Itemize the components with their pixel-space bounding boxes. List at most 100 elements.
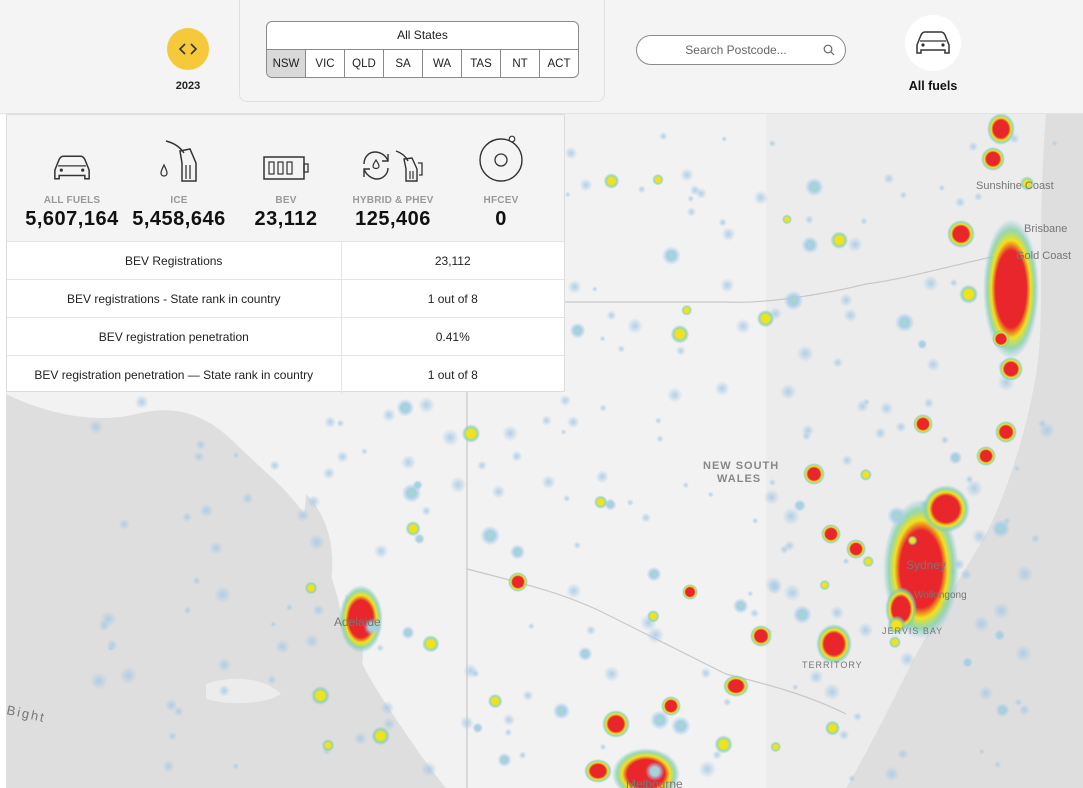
- heat-point: [949, 278, 958, 287]
- heat-point: [560, 429, 567, 435]
- heat-point: [504, 728, 513, 737]
- heat-point: [569, 322, 586, 339]
- heat-point: [899, 651, 916, 668]
- fuel-item-ice: ICE 5,458,646: [124, 133, 234, 231]
- heat-point: [477, 460, 487, 471]
- heat-point: [627, 318, 643, 334]
- stats-panel: ALL FUELS 5,607,164 ICE 5,458,646 BEV 23…: [6, 114, 565, 394]
- fuel-type-button[interactable]: [905, 15, 961, 71]
- state-button-tas[interactable]: TAS: [462, 50, 501, 77]
- heat-point: [848, 774, 856, 782]
- state-button-wa[interactable]: WA: [423, 50, 462, 77]
- heat-point: [671, 716, 691, 736]
- heat-point: [824, 720, 841, 736]
- heat-point: [401, 483, 422, 503]
- state-button-nt[interactable]: NT: [501, 50, 540, 77]
- heat-point: [847, 236, 863, 253]
- heat-point: [400, 454, 416, 470]
- heat-point: [661, 246, 681, 266]
- heat-point: [304, 581, 318, 595]
- heat-point: [852, 712, 863, 722]
- heat-point: [756, 309, 775, 328]
- heat-point: [783, 290, 804, 311]
- state-button-sa[interactable]: SA: [384, 50, 423, 77]
- state-button-vic[interactable]: VIC: [306, 50, 345, 77]
- heat-point: [100, 611, 117, 628]
- stat-value: 1 out of 8: [341, 355, 564, 394]
- heat-point: [895, 421, 907, 433]
- stat-value: 1 out of 8: [341, 279, 564, 318]
- all-states-button[interactable]: All States: [267, 22, 578, 50]
- heat-point: [472, 722, 484, 734]
- heat-point: [213, 586, 232, 604]
- heat-point: [353, 731, 368, 746]
- heat-point: [670, 324, 690, 344]
- map-label-sunshine-coast: Sunshine Coast: [976, 180, 1054, 192]
- heat-point: [195, 439, 207, 451]
- heat-point: [899, 191, 908, 199]
- heat-point: [994, 629, 1006, 641]
- heat-point: [497, 752, 512, 768]
- search-icon[interactable]: [823, 44, 835, 56]
- heat-point: [968, 141, 978, 152]
- state-button-nsw[interactable]: NSW: [267, 50, 306, 77]
- heat-point: [270, 621, 277, 628]
- heat-point: [843, 308, 858, 323]
- state-button-act[interactable]: ACT: [540, 50, 578, 77]
- heat-point: [842, 557, 850, 565]
- fuel-summary: ALL FUELS 5,607,164 ICE 5,458,646 BEV 23…: [7, 115, 564, 241]
- heat-point: [747, 590, 754, 597]
- heat-point: [522, 689, 534, 702]
- heat-point: [564, 191, 571, 198]
- heat-point: [306, 494, 321, 509]
- heat-point: [192, 576, 201, 585]
- fuel-label: HFCEV: [483, 195, 519, 206]
- heat-point: [978, 748, 985, 755]
- top-toolbar: 2023 All States NSWVICQLDSAWATASNTACT Al…: [0, 0, 1083, 114]
- heat-point: [567, 279, 582, 294]
- heat-point: [948, 450, 963, 465]
- state-button-row: NSW VIC QLD SA WA TAS NT ACT: [267, 50, 578, 77]
- heat-point: [310, 686, 330, 706]
- heat-point: [491, 484, 506, 499]
- heat-point: [804, 215, 814, 225]
- heat-point: [89, 672, 108, 690]
- heat-point: [418, 396, 435, 414]
- heat-point: [593, 495, 608, 509]
- fuel-item-bev: BEV 23,112: [231, 133, 341, 231]
- heat-point: [401, 625, 415, 640]
- heat-point: [770, 741, 782, 753]
- heat-point: [940, 435, 950, 445]
- year-nav-button[interactable]: [167, 28, 209, 70]
- heat-point: [559, 394, 571, 407]
- heat-point: [782, 214, 792, 225]
- table-row: BEV registrations - State rank in countr…: [7, 279, 564, 318]
- heat-point: [656, 435, 664, 443]
- heat-point: [768, 478, 776, 487]
- postcode-search-input[interactable]: [651, 40, 821, 60]
- heat-point: [511, 450, 523, 462]
- heat-point: [923, 397, 935, 409]
- heat-point: [599, 335, 606, 342]
- heat-point: [626, 498, 634, 507]
- heat-point: [449, 476, 467, 494]
- heat-point: [463, 663, 479, 679]
- heat-point: [658, 131, 668, 141]
- heat-point: [838, 729, 850, 741]
- heat-point: [421, 761, 437, 778]
- heat-point: [324, 416, 337, 429]
- heat-point: [993, 760, 1002, 769]
- heat-point: [859, 468, 872, 481]
- heat-point: [732, 598, 749, 614]
- state-button-qld[interactable]: QLD: [345, 50, 384, 77]
- heat-point: [312, 604, 325, 617]
- heat-point: [839, 293, 853, 307]
- heat-point: [376, 644, 385, 652]
- stat-label: BEV registration penetration — State ran…: [7, 355, 342, 394]
- heat-point: [654, 417, 662, 425]
- fuel-label: BEV: [275, 195, 297, 206]
- heat-point: [361, 448, 368, 455]
- hydrogen-icon: [479, 135, 523, 182]
- stat-label: BEV Registrations: [7, 241, 342, 280]
- heat-point: [591, 286, 598, 293]
